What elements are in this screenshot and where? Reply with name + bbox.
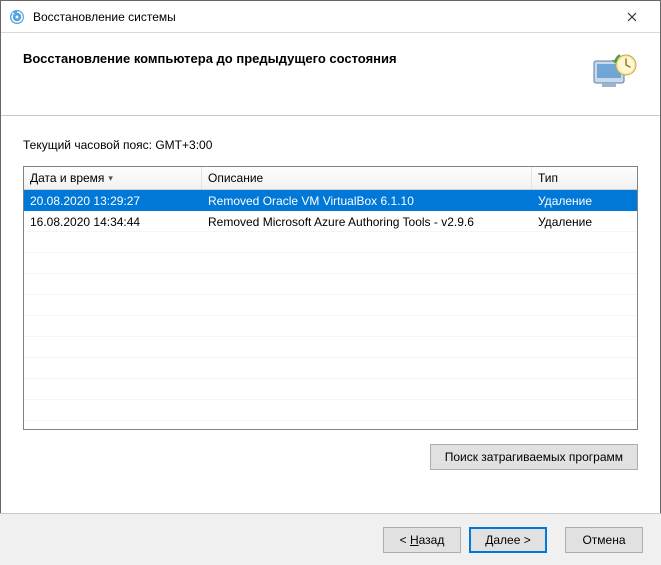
content-area: Текущий часовой пояс: GMT+3:00 Дата и вр… [1, 116, 660, 480]
wizard-header: Восстановление компьютера до предыдущего… [1, 33, 660, 116]
timezone-label: Текущий часовой пояс: GMT+3:00 [23, 138, 638, 152]
table-row[interactable]: 16.08.2020 14:34:44 Removed Microsoft Az… [24, 211, 637, 232]
cell-type: Удаление [532, 212, 637, 232]
scan-affected-programs-button[interactable]: Поиск затрагиваемых программ [430, 444, 638, 470]
col-header-type-label: Тип [538, 171, 558, 185]
col-header-type[interactable]: Тип [532, 167, 637, 189]
table-header-row: Дата и время ▾ Описание Тип [24, 167, 637, 190]
window-title: Восстановление системы [33, 10, 612, 24]
col-header-datetime[interactable]: Дата и время ▾ [24, 167, 202, 189]
cell-datetime: 16.08.2020 14:34:44 [24, 212, 202, 232]
titlebar: Восстановление системы [1, 1, 660, 33]
restore-points-table[interactable]: Дата и время ▾ Описание Тип 20.08.2020 1… [23, 166, 638, 430]
close-button[interactable] [612, 1, 652, 32]
restore-graphic-icon [590, 51, 638, 93]
col-header-description[interactable]: Описание [202, 167, 532, 189]
cancel-button[interactable]: Отмена [565, 527, 643, 553]
scan-button-row: Поиск затрагиваемых программ [23, 444, 638, 470]
cell-description: Removed Oracle VM VirtualBox 6.1.10 [202, 191, 532, 211]
sort-descending-icon: ▾ [108, 173, 113, 184]
table-body: 20.08.2020 13:29:27 Removed Oracle VM Vi… [24, 190, 637, 428]
next-button[interactable]: Далее > [469, 527, 547, 553]
cell-datetime: 20.08.2020 13:29:27 [24, 191, 202, 211]
system-restore-icon [9, 9, 25, 25]
cell-type: Удаление [532, 191, 637, 211]
col-header-description-label: Описание [208, 171, 263, 185]
close-icon [627, 12, 637, 22]
page-title: Восстановление компьютера до предыдущего… [23, 51, 397, 66]
wizard-footer: < Назад Далее > Отмена [0, 513, 661, 565]
back-button[interactable]: < Назад [383, 527, 461, 553]
cell-description: Removed Microsoft Azure Authoring Tools … [202, 212, 532, 232]
col-header-datetime-label: Дата и время [30, 171, 104, 185]
table-row[interactable]: 20.08.2020 13:29:27 Removed Oracle VM Vi… [24, 190, 637, 211]
